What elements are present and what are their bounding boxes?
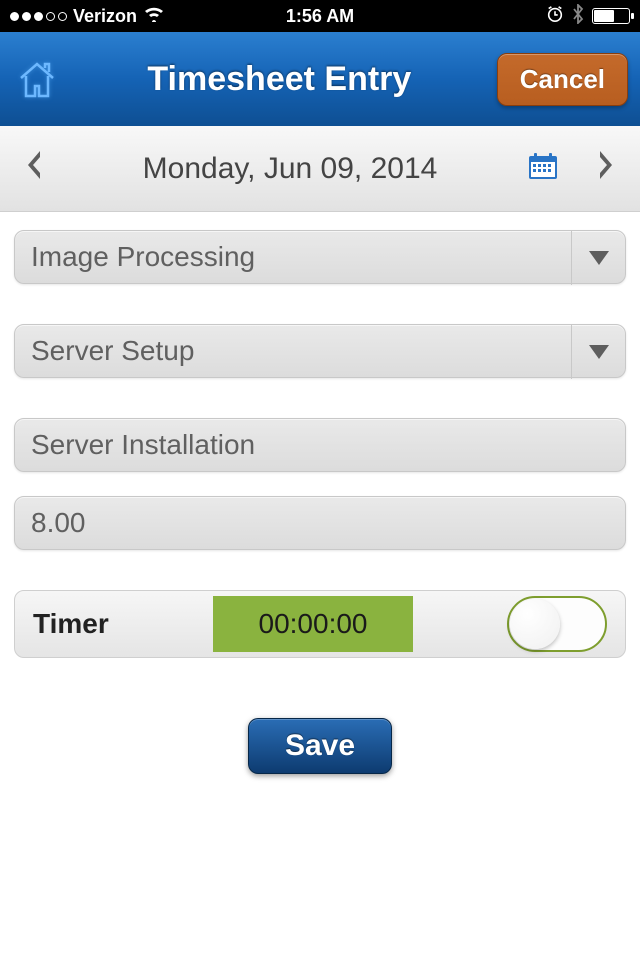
timer-label: Timer xyxy=(33,608,193,640)
subtask-field[interactable]: Server Installation xyxy=(14,418,626,472)
home-button[interactable] xyxy=(12,55,62,103)
subtask-value: Server Installation xyxy=(31,429,255,461)
save-button[interactable]: Save xyxy=(248,718,392,774)
project-value: Image Processing xyxy=(31,241,255,273)
prev-day-button[interactable] xyxy=(16,146,52,191)
chevron-down-icon xyxy=(571,325,625,379)
carrier-label: Verizon xyxy=(73,6,137,27)
bluetooth-icon xyxy=(572,4,584,29)
status-time: 1:56 AM xyxy=(217,6,424,27)
signal-dots xyxy=(10,12,67,21)
page-title: Timesheet Entry xyxy=(62,60,497,99)
status-right xyxy=(423,4,630,29)
navbar: Timesheet Entry Cancel xyxy=(0,32,640,126)
calendar-button[interactable] xyxy=(528,152,558,185)
timer-display: 00:00:00 xyxy=(213,596,413,652)
hours-field[interactable]: 8.00 xyxy=(14,496,626,550)
form-area: Image Processing Server Setup Server Ins… xyxy=(0,212,640,792)
alarm-icon xyxy=(546,5,564,28)
battery-icon xyxy=(592,8,630,24)
wifi-icon xyxy=(143,5,165,28)
hours-value: 8.00 xyxy=(31,507,86,539)
toggle-knob xyxy=(510,599,560,649)
project-select[interactable]: Image Processing xyxy=(14,230,626,284)
task-select[interactable]: Server Setup xyxy=(14,324,626,378)
task-value: Server Setup xyxy=(31,335,194,367)
timer-row: Timer 00:00:00 xyxy=(14,590,626,658)
chevron-down-icon xyxy=(571,231,625,285)
next-day-button[interactable] xyxy=(588,146,624,191)
cancel-button[interactable]: Cancel xyxy=(497,53,628,106)
status-bar: Verizon 1:56 AM xyxy=(0,0,640,32)
date-navigation: Monday, Jun 09, 2014 xyxy=(0,126,640,212)
status-left: Verizon xyxy=(10,5,217,28)
timer-toggle[interactable] xyxy=(507,596,607,652)
current-date-label: Monday, Jun 09, 2014 xyxy=(52,152,528,186)
